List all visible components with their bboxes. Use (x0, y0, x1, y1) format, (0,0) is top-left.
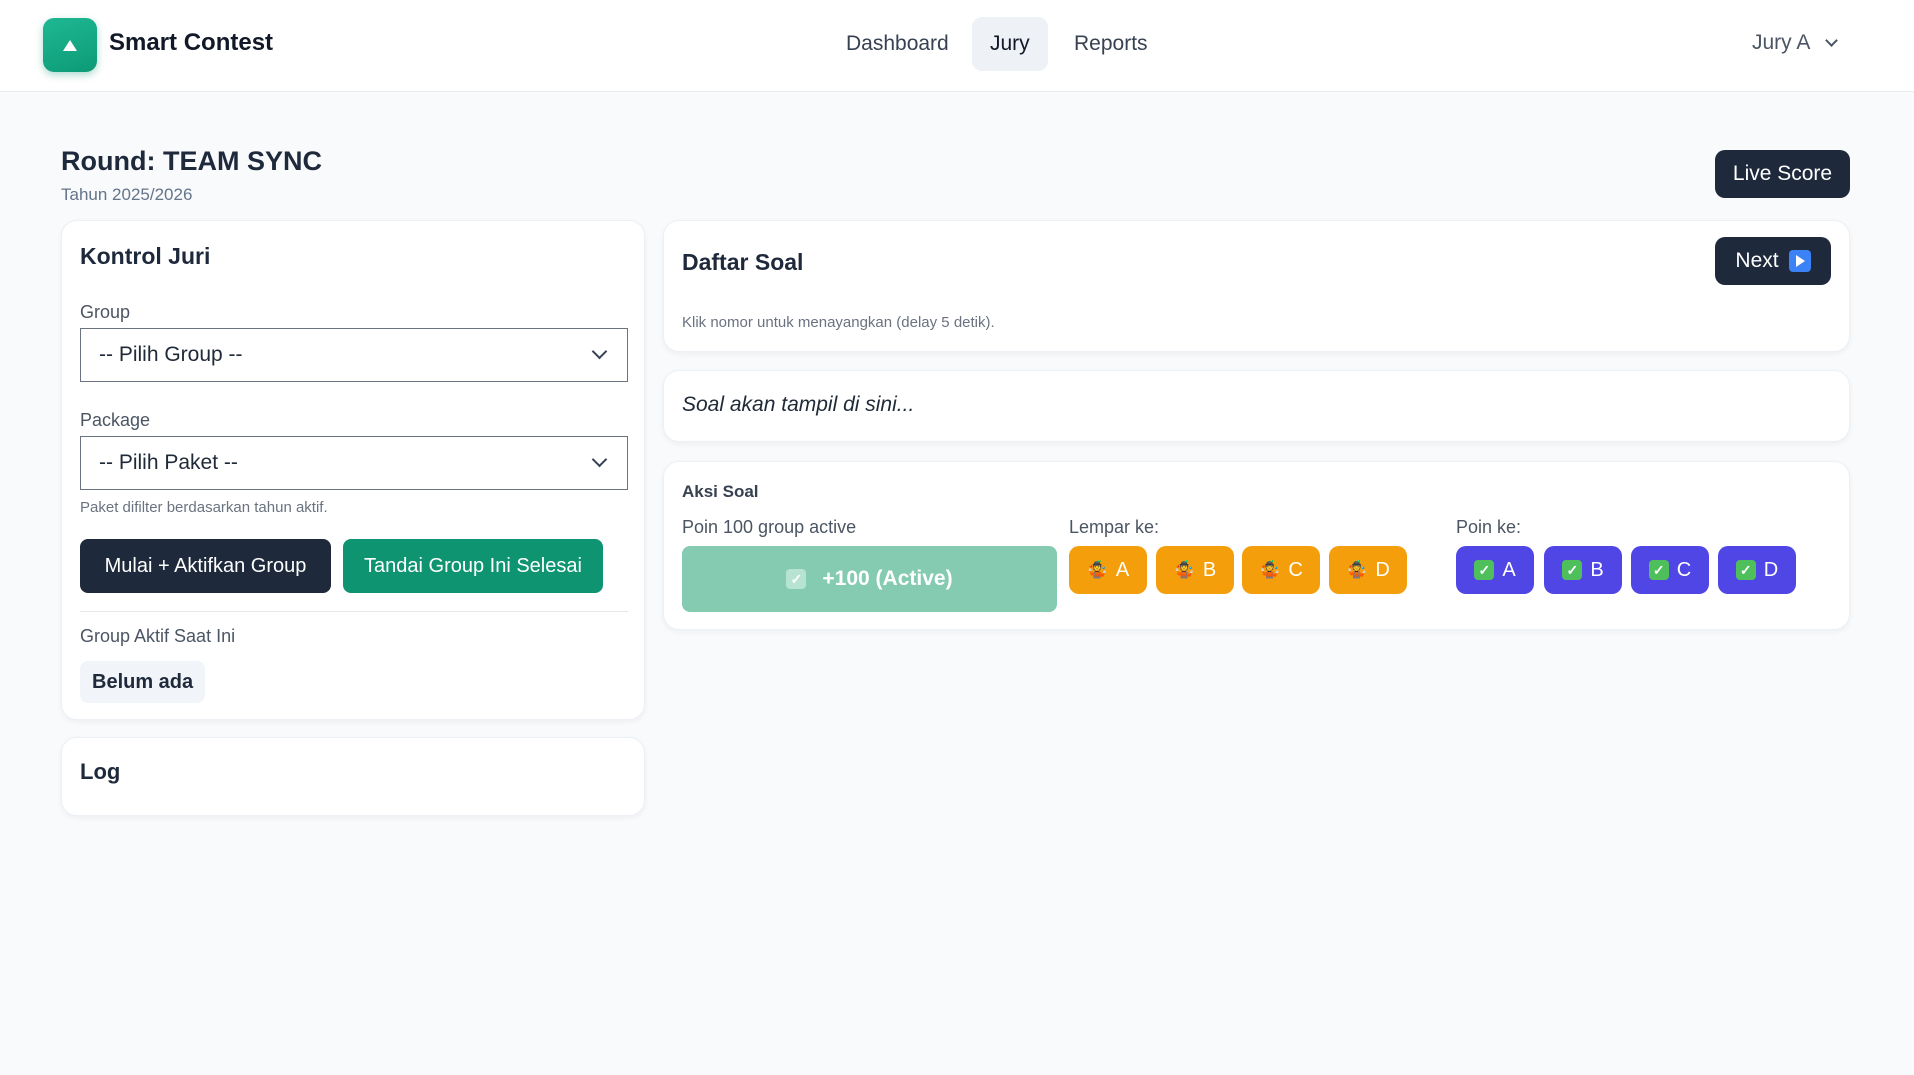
check-box-icon: ✓ (1562, 560, 1583, 580)
juggling-icon: 🤹 (1173, 560, 1195, 579)
aksi-soal-card: Aksi Soal Poin 100 group active ✓ +100 (… (663, 461, 1850, 630)
throw-label: Lempar ke: (1069, 517, 1160, 537)
throw-to-a-button[interactable]: 🤹 A (1069, 546, 1147, 594)
active-points-button[interactable]: ✓ +100 (Active) (682, 546, 1057, 612)
question-placeholder: Soal akan tampil di sini... (682, 393, 915, 416)
chevron-down-icon (591, 451, 608, 468)
throw-to-b-button[interactable]: 🤹 B (1156, 546, 1234, 594)
points-to-a-button[interactable]: ✓ A (1456, 546, 1534, 594)
throw-target-label: B (1202, 558, 1217, 581)
check-box-icon: ✓ (1648, 560, 1669, 580)
finish-group-button[interactable]: Tandai Group Ini Selesai (343, 539, 603, 593)
juggling-icon: 🤹 (1259, 560, 1281, 579)
active-group-label: Group Aktif Saat Ini (80, 626, 236, 646)
next-button-label: Next (1735, 249, 1779, 272)
points-to-label: Poin ke: (1456, 517, 1522, 537)
points-target-label: D (1763, 558, 1779, 581)
kontrol-juri-card: Kontrol Juri Group -- Pilih Group -- Pac… (61, 220, 645, 720)
points-target-label: A (1502, 558, 1516, 581)
check-box-icon: ✓ (786, 569, 807, 589)
juggling-icon: 🤹 (1346, 560, 1368, 579)
throw-target-label: D (1375, 558, 1390, 581)
page-title: Round: TEAM SYNC (61, 146, 322, 176)
top-navbar: Smart Contest Dashboard Jury Reports Jur… (0, 0, 1914, 92)
app-logo[interactable] (43, 18, 97, 72)
daftar-soal-title: Daftar Soal (682, 249, 804, 275)
nav-link-dashboard[interactable]: Dashboard (828, 17, 967, 71)
log-title: Log (80, 759, 121, 784)
user-menu[interactable]: Jury A (1752, 31, 1839, 55)
page-subtitle: Tahun 2025/2026 (61, 185, 193, 204)
aksi-soal-title: Aksi Soal (682, 482, 759, 501)
daftar-soal-card: Daftar Soal Next Klik nomor untuk menaya… (663, 220, 1850, 352)
user-name: Jury A (1752, 31, 1811, 54)
active-group-badge: Belum ada (80, 661, 206, 703)
log-card: Log (61, 737, 645, 816)
group-label: Group (80, 302, 131, 322)
question-display-card: Soal akan tampil di sini... (663, 370, 1850, 442)
points-to-b-button[interactable]: ✓ B (1544, 546, 1622, 594)
points-target-label: B (1590, 558, 1604, 581)
points-active-label: Poin 100 group active (682, 517, 857, 537)
check-box-icon: ✓ (1474, 560, 1495, 580)
chevron-down-icon (591, 343, 608, 360)
next-button[interactable]: Next (1715, 237, 1831, 285)
throw-to-d-button[interactable]: 🤹 D (1329, 546, 1407, 594)
nav-link-jury[interactable]: Jury (972, 17, 1048, 71)
daftar-soal-help: Klik nomor untuk menayangkan (delay 5 de… (682, 314, 995, 331)
nav-link-reports[interactable]: Reports (1056, 17, 1166, 71)
juggling-icon: 🤹 (1086, 560, 1108, 579)
brand-name[interactable]: Smart Contest (109, 29, 273, 57)
check-box-icon: ✓ (1735, 560, 1756, 580)
kontrol-juri-title: Kontrol Juri (80, 243, 211, 269)
triangle-up-icon (63, 39, 77, 51)
throw-to-c-button[interactable]: 🤹 C (1242, 546, 1320, 594)
throw-target-label: A (1115, 558, 1130, 581)
package-label: Package (80, 410, 151, 430)
start-group-button[interactable]: Mulai + Aktifkan Group (80, 539, 331, 593)
divider (80, 611, 628, 612)
live-score-button[interactable]: Live Score (1715, 150, 1850, 198)
group-select-value: -- Pilih Group -- (99, 343, 243, 366)
package-select[interactable]: -- Pilih Paket -- (80, 436, 628, 490)
points-to-c-button[interactable]: ✓ C (1631, 546, 1709, 594)
active-points-label: +100 (Active) (822, 567, 953, 590)
points-target-label: C (1676, 558, 1692, 581)
chevron-down-icon (1825, 33, 1839, 47)
group-select[interactable]: -- Pilih Group -- (80, 328, 628, 382)
throw-target-label: C (1288, 558, 1303, 581)
points-to-d-button[interactable]: ✓ D (1718, 546, 1796, 594)
play-icon (1788, 250, 1811, 272)
package-select-value: -- Pilih Paket -- (99, 451, 238, 474)
package-help-text: Paket difilter berdasarkan tahun aktif. (80, 499, 328, 516)
